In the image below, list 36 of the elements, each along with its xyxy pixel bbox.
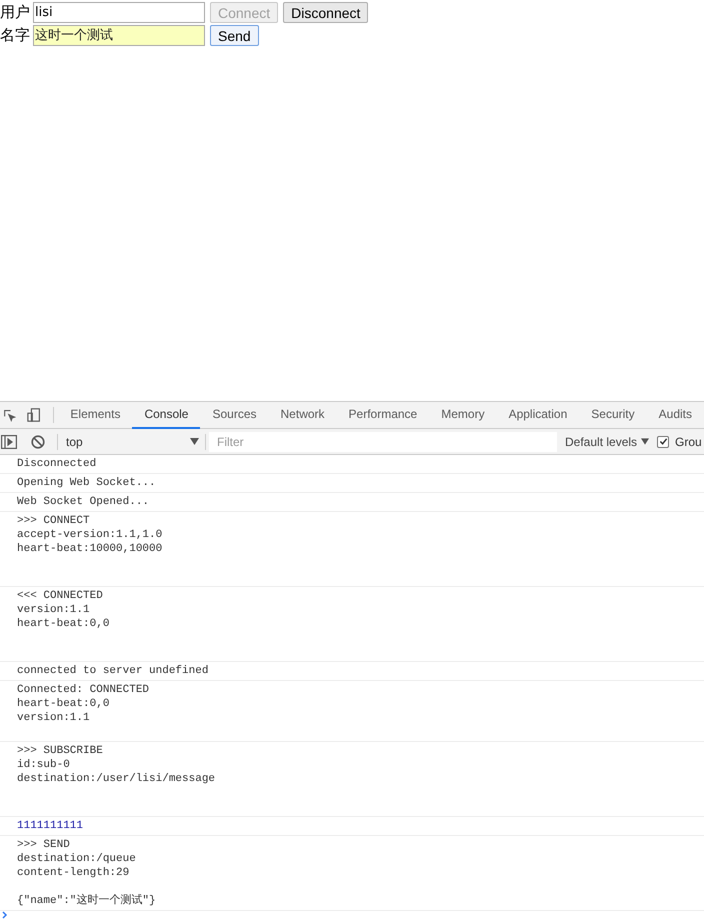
console-message: Web Socket Opened... [17, 495, 150, 509]
devtools-tab[interactable]: Audits [646, 402, 704, 428]
dropdown-arrow-icon [641, 438, 650, 445]
group-checkbox[interactable] [657, 436, 670, 448]
context-select[interactable]: top [66, 432, 199, 450]
console-message: >>> SEND destination:/queue content-length:29 {"name":"这时一个测试"} [17, 838, 156, 908]
field-label: 名字 [0, 28, 31, 43]
form-button[interactable]: Disconnect [283, 2, 368, 23]
console-message: >>> CONNECT accept-version:1.1,1.0 heart-beat:10000,10000 [17, 514, 162, 557]
devtools-tab[interactable]: Memory [429, 402, 497, 428]
console-message: >>> SUBSCRIBE id:sub-0 destination:/user/lisi/message [17, 744, 216, 787]
filter-field[interactable]: Filter [209, 432, 557, 452]
console-message: Connected: CONNECTED heart-beat:0,0 version:1.1 [17, 683, 150, 726]
devtools-tab[interactable]: Performance [336, 402, 430, 428]
console-message: Opening Web Socket... [17, 476, 156, 490]
devtools-tab[interactable]: Network [268, 402, 337, 428]
console-message: connected to server undefined [17, 664, 208, 678]
device-icon[interactable] [27, 407, 41, 423]
devtools-tab[interactable]: Application [496, 402, 580, 428]
devtools-tab[interactable]: Elements [58, 402, 132, 428]
text-field[interactable]: 这时一个测试 [33, 25, 205, 46]
sidebar-toggle-icon[interactable] [1, 434, 17, 448]
dropdown-arrow-icon [190, 438, 199, 445]
console-message: 1111111111 [17, 819, 84, 833]
group-label: Grou [675, 434, 702, 450]
inspect-icon[interactable] [3, 408, 16, 422]
form-button[interactable]: Send [210, 25, 259, 46]
field-label: 用户 [0, 5, 31, 20]
console-message: <<< CONNECTED version:1.1 heart-beat:0,0 [17, 589, 110, 632]
clear-console-icon[interactable] [31, 434, 45, 448]
text-field[interactable]: lisi [33, 2, 205, 23]
prompt-icon [2, 911, 8, 919]
console-message: Disconnected [17, 457, 96, 471]
devtools-tab[interactable]: Sources [200, 402, 269, 428]
devtools-tab[interactable]: Security [579, 402, 647, 428]
levels-dropdown[interactable]: Default levels [565, 432, 650, 450]
